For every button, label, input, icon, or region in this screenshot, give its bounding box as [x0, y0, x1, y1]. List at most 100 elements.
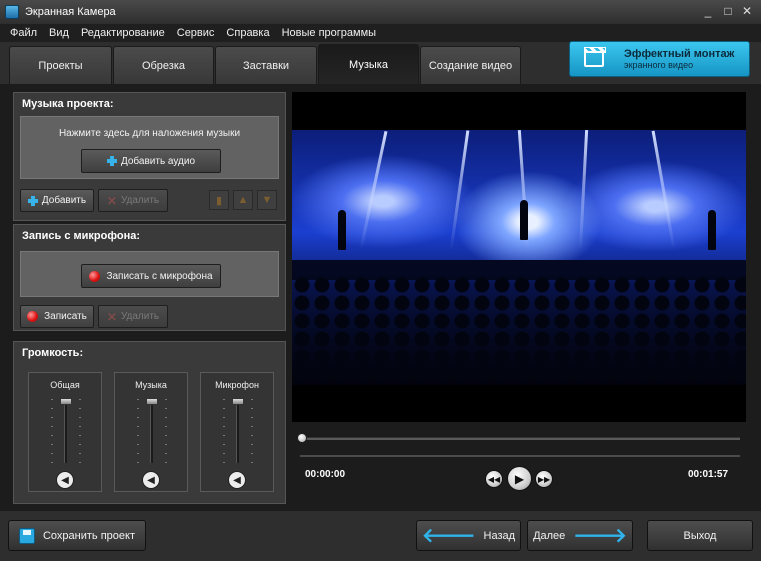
back-label: Назад	[483, 529, 516, 542]
mic-panel: Запись с микрофона: Записать с микрофона…	[13, 224, 286, 331]
volume-music-slider[interactable]	[146, 398, 158, 405]
add-music-button[interactable]: Добавить	[20, 189, 94, 212]
volume-mic-label: Микрофон	[215, 380, 259, 390]
clapperboard-icon	[584, 47, 606, 67]
current-time: 00:00:00	[305, 469, 346, 480]
delete-music-label: Удалить	[120, 195, 160, 206]
volume-mic: Микрофон ◀	[200, 372, 274, 492]
delete-icon: ✕	[106, 193, 117, 208]
delete-recording-label: Удалить	[120, 311, 160, 322]
slider-ticks	[165, 399, 167, 463]
menu-file[interactable]: Файл	[4, 27, 43, 39]
next-button[interactable]: Далее 🡒	[527, 520, 633, 551]
speaker-icon[interactable]: ◀	[142, 471, 160, 489]
music-hint: Нажмите здесь для наложения музыки	[58, 128, 241, 139]
save-icon	[18, 527, 35, 544]
move-down-icon[interactable]: ▼	[257, 190, 277, 210]
seek-thumb[interactable]	[297, 433, 307, 443]
volume-general-track[interactable]	[64, 399, 67, 463]
slider-ticks	[251, 399, 253, 463]
tab-create-video[interactable]: Создание видео	[420, 46, 521, 84]
title-bar: Экранная Камера _ □ ✕	[0, 0, 761, 24]
video-frame	[292, 130, 746, 385]
volume-mic-slider[interactable]	[232, 398, 244, 405]
volume-general-slider[interactable]	[60, 398, 72, 405]
app-icon	[5, 5, 19, 19]
back-button[interactable]: 🡐 Назад	[416, 520, 521, 551]
save-project-label: Сохранить проект	[42, 529, 135, 542]
exit-label: Выход	[683, 529, 717, 542]
menu-bar: Файл Вид Редактирование Сервис Справка Н…	[0, 24, 761, 42]
volume-music: Музыка ◀	[114, 372, 188, 492]
menu-edit[interactable]: Редактирование	[75, 27, 171, 39]
window-title: Экранная Камера	[25, 6, 116, 18]
delete-icon: ✕	[106, 309, 117, 324]
music-drop-area[interactable]: Нажмите здесь для наложения музыки Добав…	[20, 116, 279, 179]
record-icon	[89, 270, 101, 282]
volume-general-label: Общая	[50, 380, 80, 390]
delete-music-button[interactable]: ✕ Удалить	[98, 189, 168, 212]
slider-ticks	[51, 399, 53, 463]
record-mic-label: Записать с микрофона	[106, 270, 213, 282]
save-project-button[interactable]: Сохранить проект	[8, 520, 146, 551]
fast-forward-icon[interactable]: ▶▶	[535, 470, 553, 488]
volume-panel-heading: Громкость:	[22, 347, 84, 359]
speaker-icon[interactable]: ◀	[228, 471, 246, 489]
mic-panel-heading: Запись с микрофона:	[22, 230, 140, 242]
play-icon[interactable]: ▶	[507, 466, 532, 491]
volume-music-track[interactable]	[150, 399, 153, 463]
music-panel-heading: Музыка проекта:	[22, 98, 114, 110]
close-button[interactable]: ✕	[737, 2, 757, 20]
volume-music-label: Музыка	[135, 380, 167, 390]
menu-new-programs[interactable]: Новые программы	[276, 27, 382, 39]
record-icon	[27, 311, 39, 322]
document-icon[interactable]: ▮	[209, 190, 229, 210]
video-preview[interactable]	[292, 92, 746, 422]
add-audio-label: Добавить аудио	[120, 155, 196, 167]
add-music-label: Добавить	[41, 195, 87, 206]
record-button[interactable]: Записать	[20, 305, 94, 328]
speaker-icon[interactable]: ◀	[56, 471, 74, 489]
plus-icon	[106, 156, 117, 166]
total-time: 00:01:57	[688, 469, 729, 480]
minimize-button[interactable]: _	[698, 2, 718, 20]
light-beam	[449, 130, 470, 250]
record-mic-button[interactable]: Записать с микрофона	[81, 264, 221, 288]
light-beam	[578, 130, 589, 250]
light-beam	[359, 130, 388, 250]
performer	[338, 210, 346, 250]
tab-music[interactable]: Музыка	[318, 44, 419, 84]
performer	[520, 200, 528, 240]
divider	[300, 455, 740, 457]
crowd	[292, 275, 746, 385]
maximize-button[interactable]: □	[718, 2, 738, 20]
menu-service[interactable]: Сервис	[171, 27, 221, 39]
slider-ticks	[223, 399, 225, 463]
exit-button[interactable]: Выход	[647, 520, 753, 551]
slider-ticks	[79, 399, 81, 463]
tab-intros[interactable]: Заставки	[215, 46, 317, 84]
promo-title: Эффектный монтаж	[624, 48, 735, 60]
slider-ticks	[137, 399, 139, 463]
volume-general: Общая ◀	[28, 372, 102, 492]
rewind-icon[interactable]: ◀◀	[485, 470, 503, 488]
music-panel: Музыка проекта: Нажмите здесь для наложе…	[13, 92, 286, 221]
add-audio-button[interactable]: Добавить аудио	[81, 149, 221, 173]
volume-mic-track[interactable]	[236, 399, 239, 463]
seek-bar[interactable]	[300, 437, 740, 440]
tab-projects[interactable]: Проекты	[9, 46, 112, 84]
move-up-icon[interactable]: ▲	[233, 190, 253, 210]
arrow-left-icon: 🡐	[421, 524, 476, 547]
tab-trim[interactable]: Обрезка	[113, 46, 214, 84]
arrow-right-icon: 🡒	[573, 524, 627, 547]
promo-banner[interactable]: Эффектный монтаж экранного видео	[569, 41, 750, 77]
delete-recording-button[interactable]: ✕ Удалить	[98, 305, 168, 328]
menu-help[interactable]: Справка	[220, 27, 275, 39]
light-beam	[651, 130, 676, 250]
next-label: Далее	[533, 529, 566, 542]
performer	[708, 210, 716, 250]
volume-panel: Громкость: Общая ◀ Музыка ◀ Микрофон ◀	[13, 341, 286, 504]
mic-area: Записать с микрофона	[20, 251, 279, 297]
promo-subtitle: экранного видео	[624, 60, 694, 70]
menu-view[interactable]: Вид	[43, 27, 75, 39]
